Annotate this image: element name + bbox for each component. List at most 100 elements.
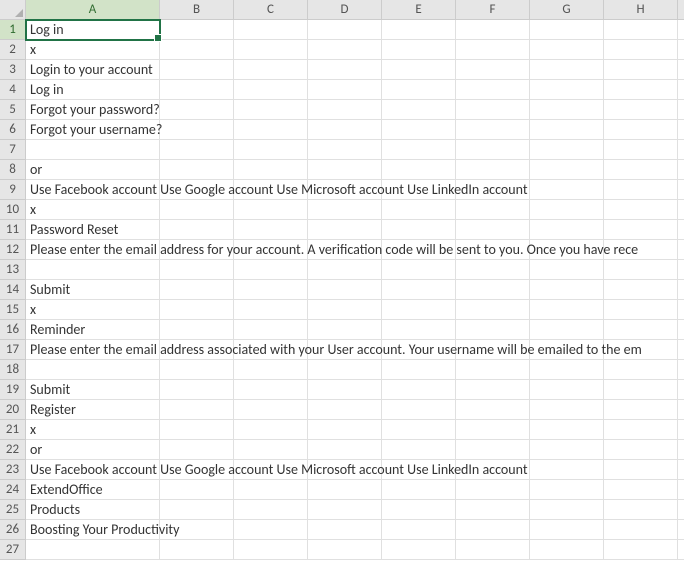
cell-I14[interactable]: [678, 280, 684, 300]
cell-C27[interactable]: [234, 540, 308, 560]
cell-C15[interactable]: [234, 300, 308, 320]
cell-G5[interactable]: [530, 100, 604, 120]
cell-E20[interactable]: [382, 400, 456, 420]
cell-D6[interactable]: [308, 120, 382, 140]
row-header-10[interactable]: 10: [0, 200, 26, 220]
cell-H5[interactable]: [604, 100, 678, 120]
cell-C20[interactable]: [234, 400, 308, 420]
cell-E6[interactable]: [382, 120, 456, 140]
cell-B13[interactable]: [160, 260, 234, 280]
cell-C13[interactable]: [234, 260, 308, 280]
cell-E13[interactable]: [382, 260, 456, 280]
cell-F26[interactable]: [456, 520, 530, 540]
cell-G18[interactable]: [530, 360, 604, 380]
cell-A6[interactable]: Forgot your username?: [26, 120, 160, 140]
cell-F3[interactable]: [456, 60, 530, 80]
cell-I24[interactable]: [678, 480, 684, 500]
cell-D27[interactable]: [308, 540, 382, 560]
cell-D5[interactable]: [308, 100, 382, 120]
col-header-B[interactable]: B: [160, 0, 234, 20]
cell-H15[interactable]: [604, 300, 678, 320]
cell-F27[interactable]: [456, 540, 530, 560]
cell-B4[interactable]: [160, 80, 234, 100]
cell-I9[interactable]: [678, 180, 684, 200]
cell-A2[interactable]: x: [26, 40, 160, 60]
row-header-13[interactable]: 13: [0, 260, 26, 280]
cell-C26[interactable]: [234, 520, 308, 540]
cell-A13[interactable]: [26, 260, 160, 280]
row-header-21[interactable]: 21: [0, 420, 26, 440]
cell-I5[interactable]: [678, 100, 684, 120]
cell-B22[interactable]: [160, 440, 234, 460]
cell-A19[interactable]: Submit: [26, 380, 160, 400]
cell-G26[interactable]: [530, 520, 604, 540]
cell-F18[interactable]: [456, 360, 530, 380]
cell-E8[interactable]: [382, 160, 456, 180]
cell-A4[interactable]: Log in: [26, 80, 160, 100]
cell-C19[interactable]: [234, 380, 308, 400]
row-header-7[interactable]: 7: [0, 140, 26, 160]
cell-E11[interactable]: [382, 220, 456, 240]
cell-C3[interactable]: [234, 60, 308, 80]
cell-C10[interactable]: [234, 200, 308, 220]
cell-I18[interactable]: [678, 360, 684, 380]
cell-G21[interactable]: [530, 420, 604, 440]
cell-G14[interactable]: [530, 280, 604, 300]
cell-H24[interactable]: [604, 480, 678, 500]
cell-D7[interactable]: [308, 140, 382, 160]
cell-D8[interactable]: [308, 160, 382, 180]
cell-H26[interactable]: [604, 520, 678, 540]
cell-C25[interactable]: [234, 500, 308, 520]
cell-E7[interactable]: [382, 140, 456, 160]
cell-F10[interactable]: [456, 200, 530, 220]
cell-D3[interactable]: [308, 60, 382, 80]
cell-C1[interactable]: [234, 20, 308, 40]
cell-A21[interactable]: x: [26, 420, 160, 440]
cell-B5[interactable]: [160, 100, 234, 120]
cell-G24[interactable]: [530, 480, 604, 500]
row-header-16[interactable]: 16: [0, 320, 26, 340]
cell-G20[interactable]: [530, 400, 604, 420]
cell-A20[interactable]: Register: [26, 400, 160, 420]
cell-D16[interactable]: [308, 320, 382, 340]
cell-C16[interactable]: [234, 320, 308, 340]
cell-I19[interactable]: [678, 380, 684, 400]
cell-A8[interactable]: or: [26, 160, 160, 180]
cell-D1[interactable]: [308, 20, 382, 40]
cell-E1[interactable]: [382, 20, 456, 40]
cell-H18[interactable]: [604, 360, 678, 380]
cell-A9[interactable]: Use Facebook account Use Google account …: [26, 180, 160, 200]
cell-A18[interactable]: [26, 360, 160, 380]
cell-A14[interactable]: Submit: [26, 280, 160, 300]
cell-I26[interactable]: [678, 520, 684, 540]
cell-A25[interactable]: Products: [26, 500, 160, 520]
cell-F24[interactable]: [456, 480, 530, 500]
row-header-5[interactable]: 5: [0, 100, 26, 120]
cell-E3[interactable]: [382, 60, 456, 80]
spreadsheet-grid[interactable]: A B C D E F G H I 1Log in2x3Login to you…: [0, 0, 684, 560]
cell-E14[interactable]: [382, 280, 456, 300]
cell-F5[interactable]: [456, 100, 530, 120]
cell-F14[interactable]: [456, 280, 530, 300]
row-header-23[interactable]: 23: [0, 460, 26, 480]
cell-B6[interactable]: [160, 120, 234, 140]
cell-E26[interactable]: [382, 520, 456, 540]
row-header-26[interactable]: 26: [0, 520, 26, 540]
cell-E27[interactable]: [382, 540, 456, 560]
row-header-2[interactable]: 2: [0, 40, 26, 60]
cell-A11[interactable]: Password Reset: [26, 220, 160, 240]
cell-I21[interactable]: [678, 420, 684, 440]
cell-C2[interactable]: [234, 40, 308, 60]
cell-I11[interactable]: [678, 220, 684, 240]
cell-D18[interactable]: [308, 360, 382, 380]
cell-D13[interactable]: [308, 260, 382, 280]
cell-E19[interactable]: [382, 380, 456, 400]
cell-B25[interactable]: [160, 500, 234, 520]
cell-D15[interactable]: [308, 300, 382, 320]
cell-G15[interactable]: [530, 300, 604, 320]
row-header-18[interactable]: 18: [0, 360, 26, 380]
row-header-20[interactable]: 20: [0, 400, 26, 420]
cell-B16[interactable]: [160, 320, 234, 340]
cell-A24[interactable]: ExtendOffice: [26, 480, 160, 500]
cell-B3[interactable]: [160, 60, 234, 80]
